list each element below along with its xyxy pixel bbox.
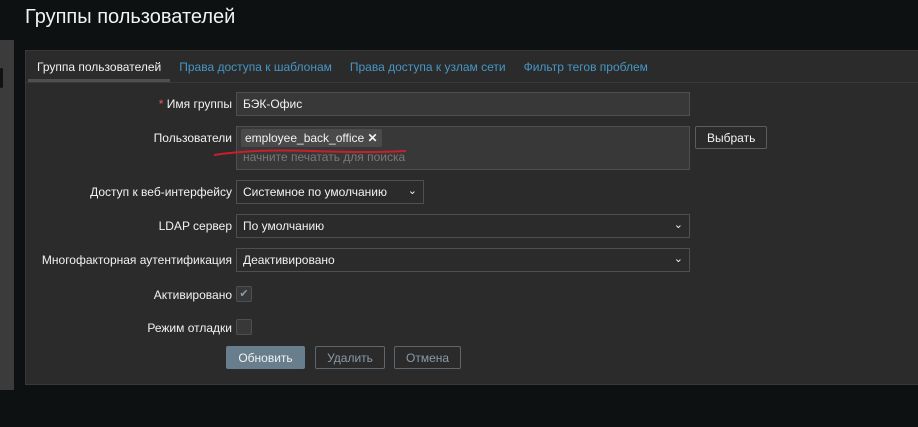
chevron-down-icon: ⌄ <box>673 253 683 265</box>
ldap-value: По умолчанию <box>243 219 325 233</box>
ldap-select[interactable]: По умолчанию ⌄ <box>236 214 690 238</box>
enabled-label: Активировано <box>153 288 232 302</box>
enabled-checkbox[interactable]: ✔ <box>236 286 252 302</box>
tab-user-group[interactable]: Группа пользователей <box>28 51 171 82</box>
sidebar-handle[interactable] <box>0 68 3 88</box>
mfa-label: Многофакторная аутентификация <box>41 253 232 267</box>
group-name-label: * Имя группы <box>159 97 232 111</box>
tab-template-permissions[interactable]: Права доступа к шаблонам <box>170 51 341 82</box>
tab-bar: Группа пользователей Права доступа к шаб… <box>26 51 918 83</box>
chevron-down-icon: ⌄ <box>673 219 683 231</box>
user-chip-label: employee_back_office <box>245 131 365 145</box>
cancel-button[interactable]: Отмена <box>394 346 461 369</box>
debug-checkbox[interactable] <box>236 319 252 335</box>
form-panel: Группа пользователей Права доступа к шаб… <box>25 50 918 385</box>
tab-host-permissions[interactable]: Права доступа к узлам сети <box>341 51 515 82</box>
required-mark: * <box>158 97 164 111</box>
ldap-label: LDAP сервер <box>158 219 232 233</box>
chevron-down-icon: ⌄ <box>407 185 417 197</box>
users-label: Пользователи <box>153 131 232 145</box>
frontend-access-label: Доступ к веб-интерфейсу <box>90 185 232 199</box>
remove-chip-icon[interactable]: ✕ <box>368 131 378 145</box>
select-users-button[interactable]: Выбрать <box>695 126 768 149</box>
sidebar-collapsed[interactable] <box>0 40 14 390</box>
page-title: Группы пользователей <box>25 6 236 28</box>
tab-problem-tag-filter[interactable]: Фильтр тегов проблем <box>515 51 657 82</box>
delete-button[interactable]: Удалить <box>315 346 385 369</box>
group-name-input[interactable]: БЭК-Офис <box>236 92 690 116</box>
frontend-access-value: Системное по умолчанию <box>243 185 387 199</box>
group-name-label-text: Имя группы <box>166 97 232 111</box>
frontend-access-select[interactable]: Системное по умолчанию ⌄ <box>236 180 424 204</box>
check-icon: ✔ <box>239 288 249 300</box>
mfa-value: Деактивировано <box>243 253 335 267</box>
red-underline-annotation <box>213 149 407 156</box>
debug-label: Режим отладки <box>147 321 232 335</box>
user-chip: employee_back_office ✕ <box>241 129 382 147</box>
update-button[interactable]: Обновить <box>226 346 305 369</box>
mfa-select[interactable]: Деактивировано ⌄ <box>236 248 690 272</box>
